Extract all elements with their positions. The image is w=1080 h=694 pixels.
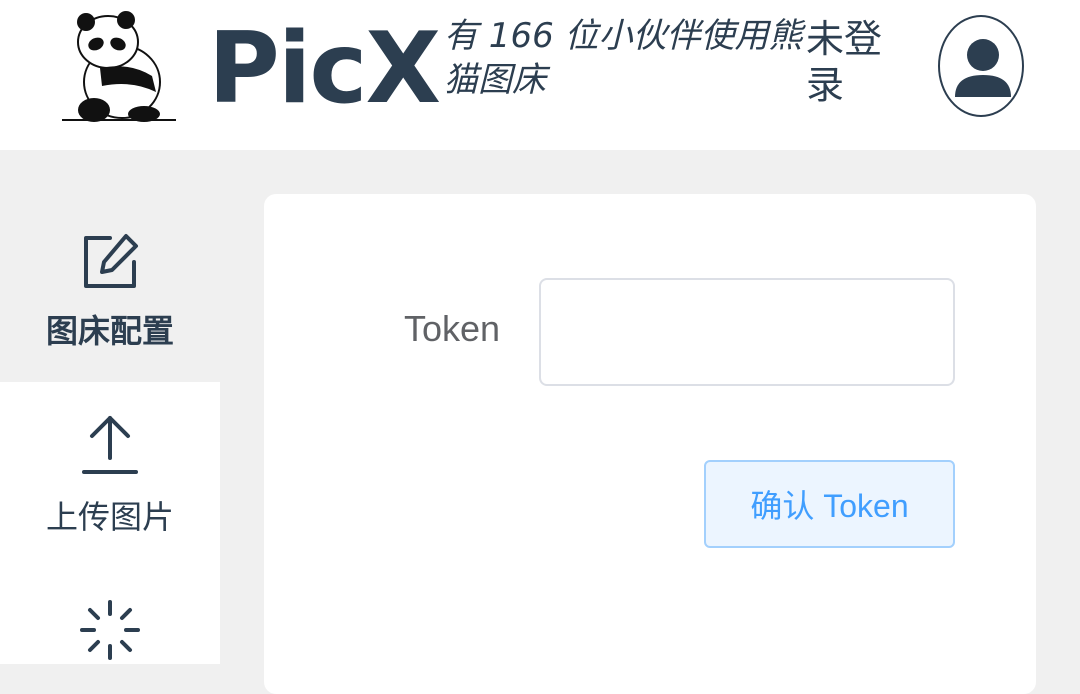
- confirm-token-button-label: 确认 Token: [750, 488, 909, 524]
- upload-icon: [82, 416, 138, 474]
- login-status[interactable]: 未登录: [806, 16, 906, 108]
- user-icon: [955, 39, 1011, 97]
- sidebar: 图床配置 上传图片: [0, 196, 220, 664]
- loading-icon: [80, 600, 140, 660]
- sidebar-item-upload-image[interactable]: 上传图片: [0, 382, 220, 568]
- brand-title: PicX: [208, 12, 441, 126]
- confirm-token-button[interactable]: 确认 Token: [704, 460, 955, 548]
- edit-icon: [84, 234, 138, 288]
- token-label: Token: [404, 308, 501, 349]
- tagline: 有 166 位小伙伴使用熊猫图床: [444, 16, 803, 100]
- header: PicX 有 166 位小伙伴使用熊猫图床 未登录: [0, 0, 1080, 150]
- sidebar-item-loading[interactable]: [0, 568, 220, 664]
- sidebar-item-image-hosting-config[interactable]: 图床配置: [0, 196, 220, 382]
- sidebar-item-label: 图床配置: [45, 312, 174, 350]
- panda-logo: [62, 11, 176, 122]
- token-input[interactable]: [539, 278, 955, 386]
- avatar-button[interactable]: [938, 15, 1024, 117]
- token-config-panel: [264, 194, 1036, 694]
- sidebar-item-label: 上传图片: [45, 498, 174, 536]
